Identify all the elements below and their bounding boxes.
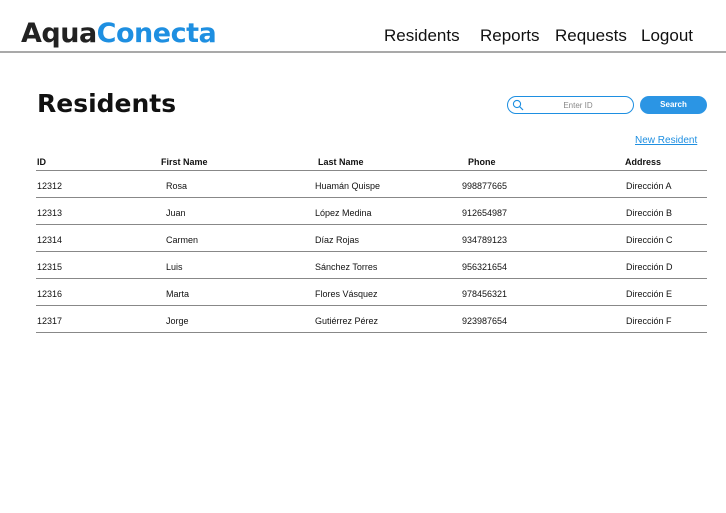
cell-phone: 978456321: [462, 289, 508, 299]
nav-logout[interactable]: Logout: [641, 26, 693, 46]
column-header-first-name: First Name: [161, 157, 208, 167]
cell-first-name: Carmen: [166, 235, 199, 245]
brand-logo-part2: Conecta: [96, 18, 217, 49]
cell-id: 12317: [37, 316, 63, 326]
cell-last-name: Sánchez Torres: [315, 262, 378, 272]
cell-phone: 956321654: [462, 262, 508, 272]
nav-residents[interactable]: Residents: [384, 26, 460, 46]
search-icon: [512, 99, 524, 111]
cell-id: 12313: [37, 208, 63, 218]
cell-phone: 998877665: [462, 181, 508, 191]
cell-phone: 934789123: [462, 235, 508, 245]
new-resident-link[interactable]: New Resident: [635, 135, 697, 146]
cell-first-name: Luis: [166, 262, 183, 272]
cell-id: 12316: [37, 289, 63, 299]
column-header-id: ID: [37, 157, 46, 167]
search-button[interactable]: Search: [640, 96, 707, 114]
table-row[interactable]: 12314 Carmen Díaz Rojas 934789123 Direcc…: [36, 225, 707, 252]
cell-first-name: Rosa: [166, 181, 188, 191]
cell-address: Dirección B: [626, 208, 673, 218]
search-box[interactable]: [507, 96, 634, 114]
table-row[interactable]: 12312 Rosa Huamán Quispe 998877665 Direc…: [36, 171, 707, 198]
top-navbar: AquaConecta Residents Reports Requests L…: [0, 0, 726, 53]
column-header-address: Address: [625, 157, 662, 167]
cell-last-name: Gutiérrez Pérez: [315, 316, 379, 326]
cell-address: Dirección D: [626, 262, 673, 272]
cell-id: 12314: [37, 235, 63, 245]
cell-first-name: Jorge: [166, 316, 189, 326]
cell-phone: 912654987: [462, 208, 508, 218]
nav-reports[interactable]: Reports: [480, 26, 540, 46]
cell-last-name: Díaz Rojas: [315, 235, 360, 245]
page-title: Residents: [37, 89, 177, 118]
cell-phone: 923987654: [462, 316, 508, 326]
residents-table: ID First Name Last Name Phone Address 12…: [36, 155, 707, 333]
search-input[interactable]: [526, 97, 630, 113]
cell-id: 12312: [37, 181, 63, 191]
page: AquaConecta Residents Reports Requests L…: [0, 0, 726, 513]
brand-logo[interactable]: AquaConecta: [21, 14, 217, 54]
table-row[interactable]: 12316 Marta Flores Vásquez 978456321 Dir…: [36, 279, 707, 306]
cell-address: Dirección F: [626, 316, 672, 326]
cell-address: Dirección E: [626, 289, 673, 299]
column-header-phone: Phone: [468, 157, 496, 167]
table-row[interactable]: 12317 Jorge Gutiérrez Pérez 923987654 Di…: [36, 306, 707, 333]
table-row[interactable]: 12313 Juan López Medina 912654987 Direcc…: [36, 198, 707, 225]
cell-address: Dirección A: [626, 181, 672, 191]
table-row[interactable]: 12315 Luis Sánchez Torres 956321654 Dire…: [36, 252, 707, 279]
cell-address: Dirección C: [626, 235, 673, 245]
nav-requests[interactable]: Requests: [555, 26, 627, 46]
brand-logo-part1: Aqua: [21, 18, 97, 49]
table-header: ID First Name Last Name Phone Address: [36, 155, 707, 171]
cell-last-name: López Medina: [315, 208, 372, 218]
cell-id: 12315: [37, 262, 63, 272]
cell-first-name: Marta: [166, 289, 190, 299]
cell-first-name: Juan: [166, 208, 186, 218]
cell-last-name: Flores Vásquez: [315, 289, 378, 299]
cell-last-name: Huamán Quispe: [315, 181, 381, 191]
column-header-last-name: Last Name: [318, 157, 364, 167]
